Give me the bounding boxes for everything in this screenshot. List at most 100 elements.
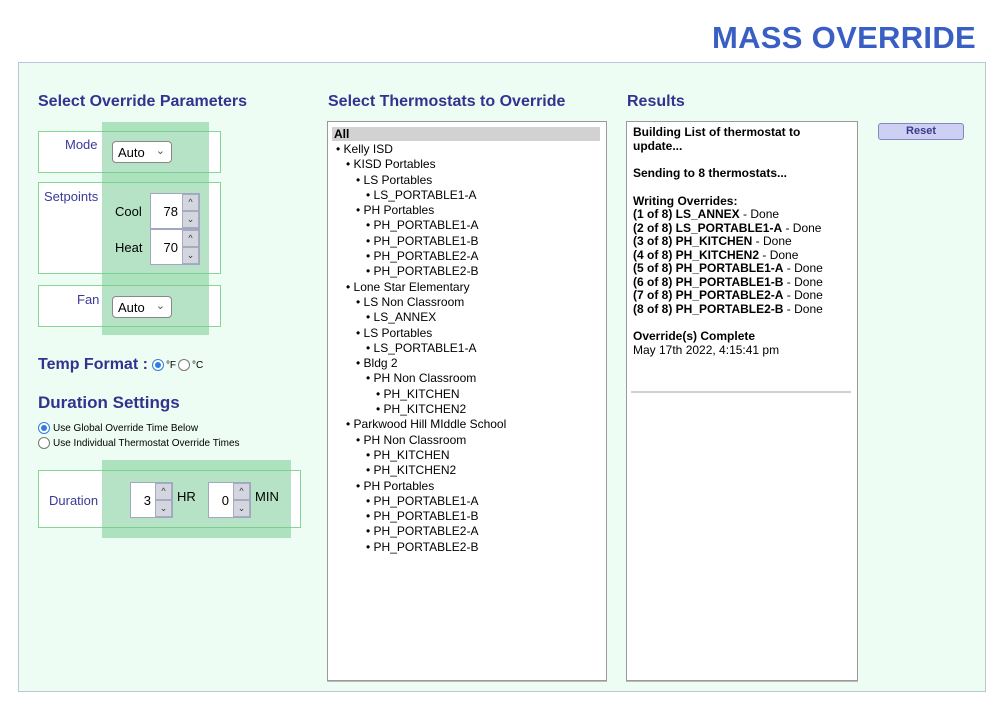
global-override-radio[interactable] [38, 422, 50, 434]
tree-item[interactable]: • PH_PORTABLE1-B [336, 509, 506, 524]
sending-status: Sending to 8 thermostats... [633, 166, 788, 180]
result-line-status: - Done [759, 247, 799, 262]
celsius-radio[interactable] [178, 359, 191, 371]
result-line-status: - Done [752, 234, 792, 248]
global-override-label: Use Global Override Time Below [53, 422, 199, 434]
reset-button[interactable]: Reset [878, 123, 964, 140]
result-line-status: - Done [739, 207, 780, 221]
minutes-increment-icon[interactable]: ^ [233, 483, 250, 500]
tree-item[interactable]: • LS_PORTABLE1-A [336, 341, 506, 356]
result-line-status: - Done [783, 301, 823, 316]
tree-item[interactable]: • PH Portables [336, 479, 506, 494]
minutes-decrement-icon[interactable]: ⌄ [233, 500, 250, 517]
cool-setpoint-spinner[interactable]: 78 ^ ⌄ [150, 193, 200, 229]
complete-status: Override(s) Complete [633, 329, 756, 343]
results-divider [631, 391, 851, 393]
hours-unit: HR [177, 489, 196, 504]
tree-item-all[interactable]: All [332, 127, 600, 141]
cool-setpoint-value: 78 [163, 204, 178, 219]
result-line: (1 of 8) LS_ANNEX - Done [633, 207, 843, 222]
result-line-target: (4 of 8) PH_KITCHEN2 [633, 247, 760, 262]
tree-item[interactable]: • KISD Portables [336, 157, 506, 172]
hours-decrement-icon[interactable]: ⌄ [155, 500, 172, 517]
tree-item[interactable]: • LS Portables [336, 173, 506, 188]
result-line-target: (8 of 8) PH_PORTABLE2-B [633, 301, 784, 316]
tree-item[interactable]: • PH_PORTABLE2-B [336, 540, 506, 555]
individual-override-option[interactable]: Use Individual Thermostat Override Times [38, 437, 240, 449]
tree-item[interactable]: • PH_PORTABLE2-B [336, 264, 506, 279]
mode-select[interactable]: Auto ⌄ [112, 141, 172, 163]
tree-item[interactable]: • Bldg 2 [336, 356, 506, 371]
result-line: (4 of 8) PH_KITCHEN2 - Done [633, 247, 843, 263]
tree-item[interactable]: • PH_KITCHEN2 [336, 402, 506, 417]
minutes-spinner[interactable]: 0 ^ ⌄ [208, 482, 251, 518]
building-status: Building List of thermostat to update... [633, 125, 801, 153]
result-line-target: (6 of 8) PH_PORTABLE1-B [633, 274, 784, 289]
cool-decrement-icon[interactable]: ⌄ [182, 211, 199, 228]
temp-format-group: Temp Format : °F °C [38, 356, 205, 374]
cool-increment-icon[interactable]: ^ [182, 194, 199, 211]
result-line: (5 of 8) PH_PORTABLE1-A - Done [633, 261, 843, 276]
tree-item[interactable]: • PH_KITCHEN [336, 448, 506, 463]
tree-item[interactable]: • PH_PORTABLE2-A [336, 249, 506, 264]
global-override-option[interactable]: Use Global Override Time Below [38, 422, 198, 434]
chevron-down-icon: ⌄ [155, 300, 165, 312]
result-line: (3 of 8) PH_KITCHEN - Done [633, 234, 843, 249]
tree-item[interactable]: • PH_PORTABLE1-A [336, 218, 506, 233]
result-line-target: (2 of 8) LS_PORTABLE1-A [633, 220, 783, 235]
heat-decrement-icon[interactable]: ⌄ [182, 247, 199, 264]
tree-item[interactable]: • PH_KITCHEN2 [336, 463, 506, 478]
hours-increment-icon[interactable]: ^ [155, 483, 172, 500]
override-parameters-heading: Select Override Parameters [38, 93, 248, 110]
results-heading: Results [627, 93, 685, 110]
setpoints-label: Setpoints [44, 189, 99, 204]
tree-item[interactable]: • PH_PORTABLE2-A [336, 524, 506, 539]
result-line-target: (3 of 8) PH_KITCHEN [633, 234, 753, 248]
thermostat-tree[interactable]: All • Kelly ISD • KISD Portables • LS Port… [327, 121, 607, 681]
writing-status: Writing Overrides: [633, 193, 738, 208]
result-lines: (1 of 8) LS_ANNEX - Done (2 of 8) LS_PORT… [633, 207, 843, 316]
individual-override-radio[interactable] [38, 437, 50, 449]
tree-item[interactable]: • Parkwood Hill MIddle School [336, 417, 506, 432]
heat-label: Heat [115, 240, 143, 255]
heat-setpoint-spinner[interactable]: 70 ^ ⌄ [150, 229, 200, 265]
tree-item[interactable]: • PH_PORTABLE1-A [336, 494, 506, 509]
heat-increment-icon[interactable]: ^ [182, 230, 199, 247]
tree-list: • Kelly ISD • KISD Portables • LS Portable… [336, 142, 506, 555]
fahrenheit-radio[interactable] [151, 359, 164, 371]
tree-item[interactable]: • PH_PORTABLE1-B [336, 234, 506, 249]
minutes-unit: MIN [255, 489, 279, 504]
fan-select-value: Auto [118, 300, 145, 315]
celsius-label: °C [192, 359, 204, 371]
individual-override-label: Use Individual Thermostat Override Times [53, 437, 240, 449]
result-line-target: (1 of 8) LS_ANNEX [633, 207, 740, 221]
hours-value: 3 [143, 493, 151, 508]
result-line: (7 of 8) PH_PORTABLE2-A - Done [633, 288, 843, 303]
thermostats-heading: Select Thermostats to Override [328, 93, 566, 110]
tree-item[interactable]: • LS Portables [336, 326, 506, 341]
tree-item[interactable]: • LS_ANNEX [336, 310, 506, 325]
hours-spinner[interactable]: 3 ^ ⌄ [130, 482, 173, 518]
tree-item[interactable]: • PH Non Classroom [336, 371, 506, 386]
chevron-down-icon: ⌄ [155, 145, 165, 157]
result-line-target: (7 of 8) PH_PORTABLE2-A [633, 288, 784, 302]
tree-item[interactable]: • PH Portables [336, 203, 506, 218]
tree-item[interactable]: • LS Non Classroom [336, 295, 506, 310]
minutes-value: 0 [221, 493, 229, 508]
fahrenheit-label: °F [165, 359, 177, 371]
tree-item[interactable]: • Kelly ISD [336, 142, 506, 157]
page-title: MASS OVERRIDE [712, 20, 976, 55]
fan-select[interactable]: Auto ⌄ [112, 296, 172, 318]
complete-timestamp: May 17th 2022, 4:15:41 pm [633, 342, 780, 357]
result-line-status: - Done [783, 274, 823, 289]
result-line: (6 of 8) PH_PORTABLE1-B - Done [633, 274, 843, 290]
results-log: Building List of thermostat to update...… [633, 125, 843, 357]
temp-format-label: Temp Format : [38, 356, 148, 373]
tree-item[interactable]: • PH_KITCHEN [336, 387, 506, 402]
result-line-target: (5 of 8) PH_PORTABLE1-A [633, 261, 784, 275]
tree-item[interactable]: • PH Non Classroom [336, 433, 506, 448]
tree-item[interactable]: • Lone Star Elementary [336, 280, 506, 295]
result-line-status: - Done [783, 288, 823, 302]
tree-item[interactable]: • LS_PORTABLE1-A [336, 188, 506, 203]
fan-label: Fan [77, 292, 100, 307]
